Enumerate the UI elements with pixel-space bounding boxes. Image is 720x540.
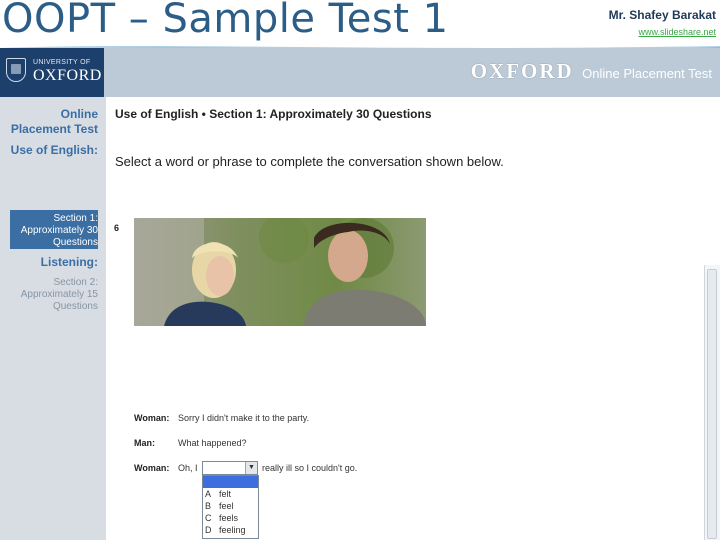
sidebar-item-section1[interactable]: Section 1: Approximately 30 Questions	[10, 210, 98, 249]
line-text: Sorry I didn't make it to the party.	[178, 413, 310, 423]
author-name: Mr. Shafey Barakat	[608, 8, 716, 22]
conversation-line-1: Woman: Sorry I didn't make it to the part…	[134, 413, 309, 423]
speaker-label: Man:	[134, 438, 155, 448]
top-banner: UNIVERSITY OF OXFORD OXFORD Online Place…	[0, 48, 720, 97]
main-content: Use of English • Section 1: Approximatel…	[106, 97, 720, 540]
speaker-label: Woman:	[134, 413, 170, 423]
conversation-line-2: Man: What happened?	[134, 438, 247, 448]
line-text: Oh, I	[178, 463, 198, 473]
dropdown-blank-option[interactable]	[203, 476, 258, 488]
dropdown-option-c[interactable]: Cfeels	[203, 512, 258, 524]
answer-dropdown[interactable]: ▼	[202, 461, 258, 475]
sidebar-listening[interactable]: Listening:	[41, 255, 98, 270]
question-number: 6	[114, 223, 120, 233]
instruction-text: Select a word or phrase to complete the …	[115, 154, 504, 169]
author-block: Mr. Shafey Barakat www.slideshare.net	[609, 8, 716, 37]
scrollbar-thumb[interactable]	[707, 269, 717, 539]
line-text: What happened?	[178, 438, 247, 448]
university-logo-panel: UNIVERSITY OF OXFORD	[0, 48, 104, 97]
conversation-photo	[134, 218, 426, 326]
vertical-scrollbar[interactable]	[704, 265, 720, 540]
brand-subtitle: Online Placement Test	[582, 66, 712, 81]
conversation-line-3: Woman: Oh, I	[134, 463, 198, 473]
dropdown-option-list[interactable]: Afelt Bfeel Cfeels Dfeeling	[202, 475, 259, 539]
sidebar-title-line2: Placement Test	[10, 122, 98, 136]
university-name: OXFORD	[33, 67, 102, 84]
dropdown-option-a[interactable]: Afelt	[203, 488, 258, 500]
speaker-label: Woman:	[134, 463, 170, 473]
slide-title: OOPT – Sample Test 1	[2, 0, 449, 42]
sidebar-item-section2[interactable]: Section 2: Approximately 15 Questions	[21, 277, 98, 313]
chevron-down-icon[interactable]: ▼	[245, 462, 257, 474]
test-brand: OXFORD Online Placement Test	[471, 59, 712, 84]
sidebar-title-line1: Online	[60, 107, 98, 121]
brand-logo: OXFORD	[470, 59, 574, 83]
sentence-continuation: really ill so I couldn't go.	[262, 463, 358, 473]
sidebar: Online Placement Test Use of English: Se…	[0, 97, 106, 540]
university-of-label: UNIVERSITY OF	[33, 59, 91, 66]
dropdown-option-d[interactable]: Dfeeling	[203, 524, 258, 536]
sidebar-use-of-english[interactable]: Use of English:	[11, 143, 98, 158]
author-link[interactable]: www.slideshare.net	[609, 27, 716, 37]
oxford-crest-icon	[6, 58, 26, 82]
dropdown-option-b[interactable]: Bfeel	[203, 500, 258, 512]
section-heading: Use of English • Section 1: Approximatel…	[115, 107, 432, 121]
sidebar-item-section1-label: Section 1: Approximately 30 Questions	[20, 213, 98, 248]
test-screenshot: UNIVERSITY OF OXFORD OXFORD Online Place…	[0, 48, 720, 540]
